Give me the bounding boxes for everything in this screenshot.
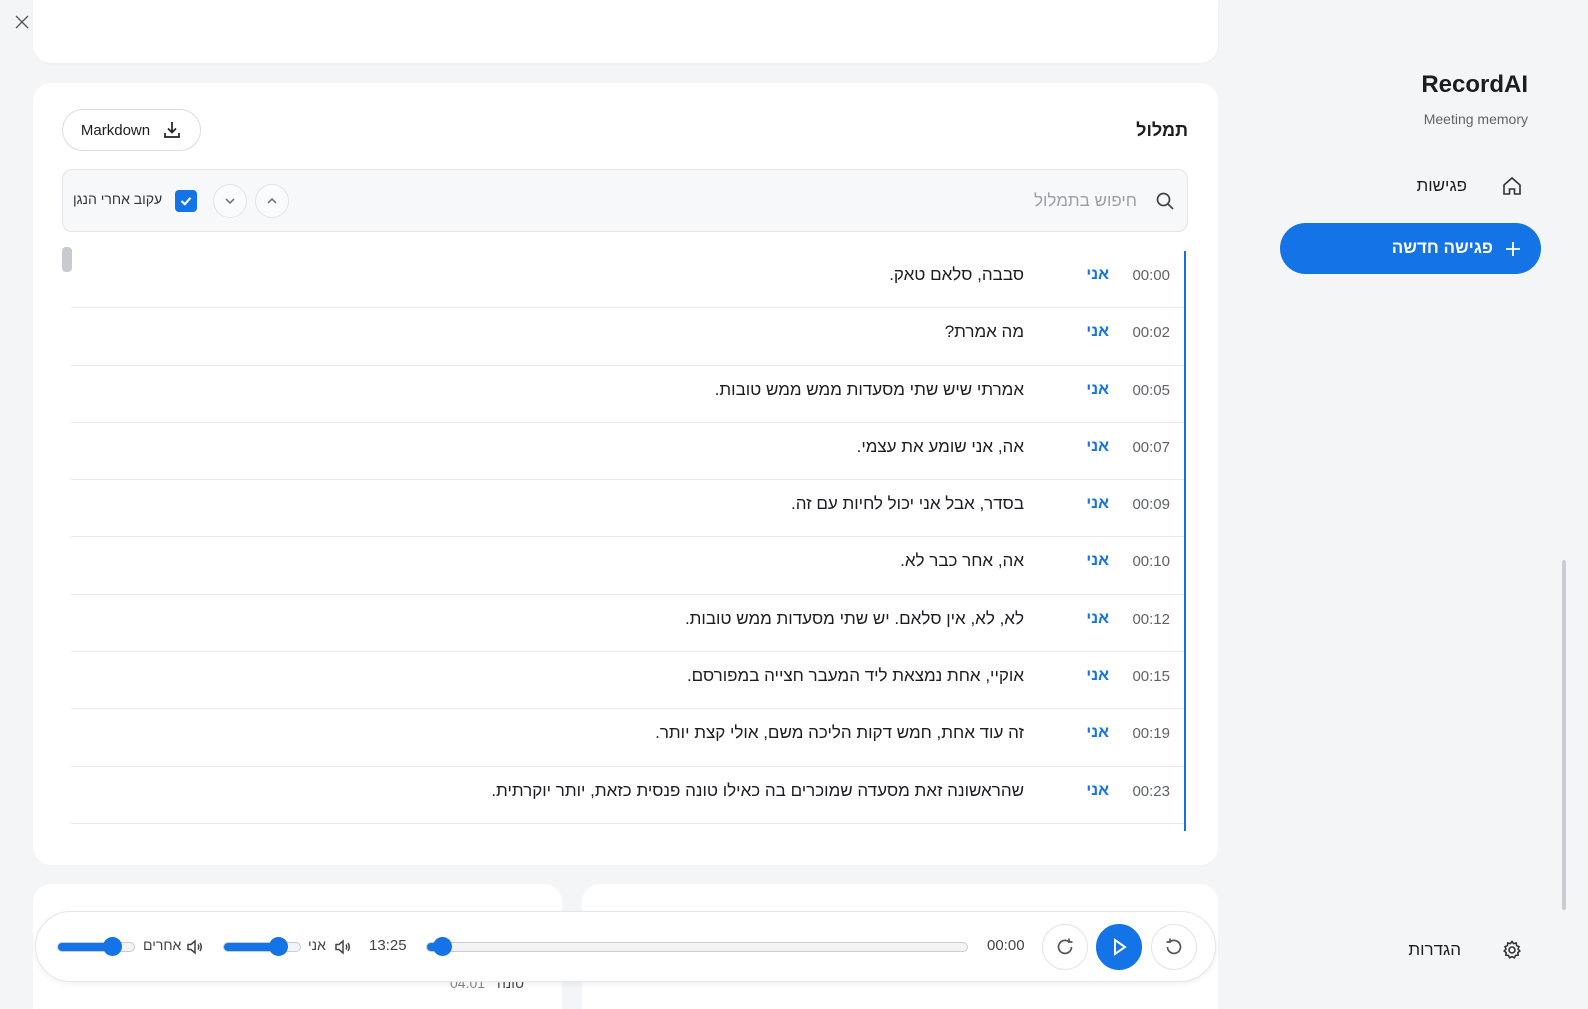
transcript-list: 00:00 אני סבבה, סלאם טאק. 00:02 אני מה אמרת? 0…	[71, 251, 1186, 831]
transcript-row[interactable]: 00:10 אני אה, אחר כבר לא.	[71, 537, 1184, 595]
transcript-row[interactable]: 00:15 אני אוקיי, אחת נמצאת ליד המעבר חצייה…	[71, 652, 1184, 710]
row-speaker: אני	[1086, 609, 1109, 627]
row-speaker: אני	[1086, 437, 1109, 455]
row-speaker: אני	[1086, 781, 1109, 799]
row-speaker: אני	[1086, 323, 1109, 341]
row-time[interactable]: 00:19	[1132, 725, 1170, 742]
transcript-row[interactable]: 00:07 אני אה, אני שומע את עצמי.	[71, 423, 1184, 481]
search-input[interactable]	[577, 184, 1137, 218]
row-time[interactable]: 00:02	[1132, 324, 1170, 341]
forward-button[interactable]	[1042, 924, 1088, 970]
row-text: בסדר, אבל אני יכול לחיות עם זה.	[790, 494, 1024, 514]
plus-icon	[1503, 239, 1523, 264]
gear-icon	[1501, 939, 1523, 966]
progress-knob[interactable]	[433, 937, 453, 956]
speaker-icon	[334, 938, 352, 961]
row-time[interactable]: 00:12	[1132, 611, 1170, 628]
sidebar-item-settings[interactable]: הגדרות	[1280, 928, 1541, 972]
transcript-row[interactable]: 00:00 אני סבבה, סלאם טאק.	[71, 251, 1184, 309]
transcript-card: תמלול Markdown עקוב אחרי הנגן 00:00 אני סב…	[33, 83, 1218, 865]
others-volume-knob[interactable]	[102, 937, 122, 956]
row-speaker: אני	[1086, 667, 1109, 685]
home-icon	[1501, 175, 1523, 202]
transcript-row[interactable]: 00:02 אני מה אמרת?	[71, 308, 1184, 366]
row-speaker: אני	[1086, 266, 1109, 283]
transcript-search-bar: עקוב אחרי הנגן	[62, 169, 1188, 232]
app-brand: RecordAI	[1421, 71, 1528, 98]
transcript-title: תמלול	[1136, 120, 1188, 140]
app-subtitle: Meeting memory	[1423, 111, 1528, 127]
row-text: שהראשונה זאת מסעדה שמוכרים בה כאילו טונה…	[491, 780, 1024, 800]
transcript-row[interactable]: 00:19 אני זה עוד אחת, חמש דקות הליכה משם, …	[71, 709, 1184, 767]
me-volume-label: אני	[308, 937, 326, 953]
rewind-button[interactable]	[1151, 924, 1197, 970]
me-volume-slider[interactable]	[223, 942, 301, 952]
row-time[interactable]: 00:05	[1132, 382, 1170, 399]
row-time[interactable]: 00:15	[1132, 668, 1170, 685]
row-text: סבבה, סלאם טאק.	[889, 265, 1024, 284]
forward-icon	[1057, 938, 1073, 955]
new-meeting-button[interactable]: פגישה חדשה	[1280, 223, 1541, 274]
export-markdown-button[interactable]: Markdown	[62, 109, 201, 151]
close-icon[interactable]	[10, 10, 34, 34]
new-meeting-label: פגישה חדשה	[1391, 238, 1493, 257]
follow-player-checkbox[interactable]	[175, 190, 197, 212]
search-next-button[interactable]	[213, 184, 247, 218]
row-text: אה, אחר כבר לא.	[900, 551, 1024, 571]
row-time[interactable]: 00:07	[1132, 439, 1170, 456]
row-time[interactable]: 00:23	[1132, 783, 1170, 800]
row-speaker: אני	[1086, 380, 1109, 398]
row-text: אמרתי שיש שתי מסעדות ממש ממש טובות.	[714, 379, 1024, 399]
transcript-row[interactable]: 00:05 אני אמרתי שיש שתי מסעדות ממש ממש טוב…	[71, 366, 1184, 423]
current-time: 00:00	[987, 937, 1025, 954]
sidebar-item-meetings[interactable]: פגישות	[1280, 164, 1541, 208]
row-speaker: אני	[1086, 495, 1109, 513]
export-label: Markdown	[80, 121, 151, 139]
row-time[interactable]: 00:00	[1132, 267, 1170, 284]
download-icon	[164, 122, 180, 138]
others-volume-label: אחרים	[143, 937, 182, 953]
total-time: 13:25	[369, 937, 407, 954]
row-text: מה אמרת?	[944, 322, 1024, 342]
transcript-row[interactable]: 00:12 אני לא, לא, אין סלאם. יש שתי מסעדות …	[71, 595, 1184, 653]
search-prev-button[interactable]	[255, 184, 289, 218]
transcript-row[interactable]: 00:09 אני בסדר, אבל אני יכול לחיות עם זה.	[71, 480, 1184, 538]
me-volume-knob[interactable]	[268, 937, 288, 956]
row-speaker: אני	[1086, 552, 1109, 570]
follow-player-label: עקוב אחרי הנגן	[73, 191, 163, 207]
speaker-icon	[186, 938, 204, 961]
check-icon	[180, 197, 192, 206]
row-text: זה עוד אחת, חמש דקות הליכה משם, אולי קצת…	[655, 723, 1024, 743]
row-time[interactable]: 00:09	[1132, 496, 1170, 513]
rewind-icon	[1166, 938, 1182, 955]
row-text: לא, לא, אין סלאם. יש שתי מסעדות ממש טובו…	[684, 608, 1024, 628]
row-text: אוקיי, אחת נמצאת ליד המעבר חצייה במפורסם…	[686, 666, 1024, 686]
row-time[interactable]: 00:10	[1132, 553, 1170, 570]
play-button[interactable]	[1096, 924, 1142, 970]
search-icon	[1155, 191, 1175, 216]
progress-track[interactable]	[426, 942, 968, 952]
window-scrollbar[interactable]	[1562, 560, 1566, 910]
summary-card-partial	[33, 0, 1218, 63]
transcript-row[interactable]: 00:23 אני שהראשונה זאת מסעדה שמוכרים בה כא…	[71, 767, 1184, 824]
sidebar-item-label: פגישות	[1416, 176, 1467, 195]
audio-player: 00:00 13:25 אני אחרים	[35, 911, 1216, 982]
chevron-down-icon	[225, 198, 235, 205]
chevron-up-icon	[267, 197, 277, 204]
others-volume-slider[interactable]	[57, 942, 135, 952]
sidebar-item-label: הגדרות	[1408, 940, 1461, 959]
row-text: אה, אני שומע את עצמי.	[856, 436, 1024, 456]
row-speaker: אני	[1086, 724, 1109, 742]
play-icon	[1114, 938, 1127, 956]
